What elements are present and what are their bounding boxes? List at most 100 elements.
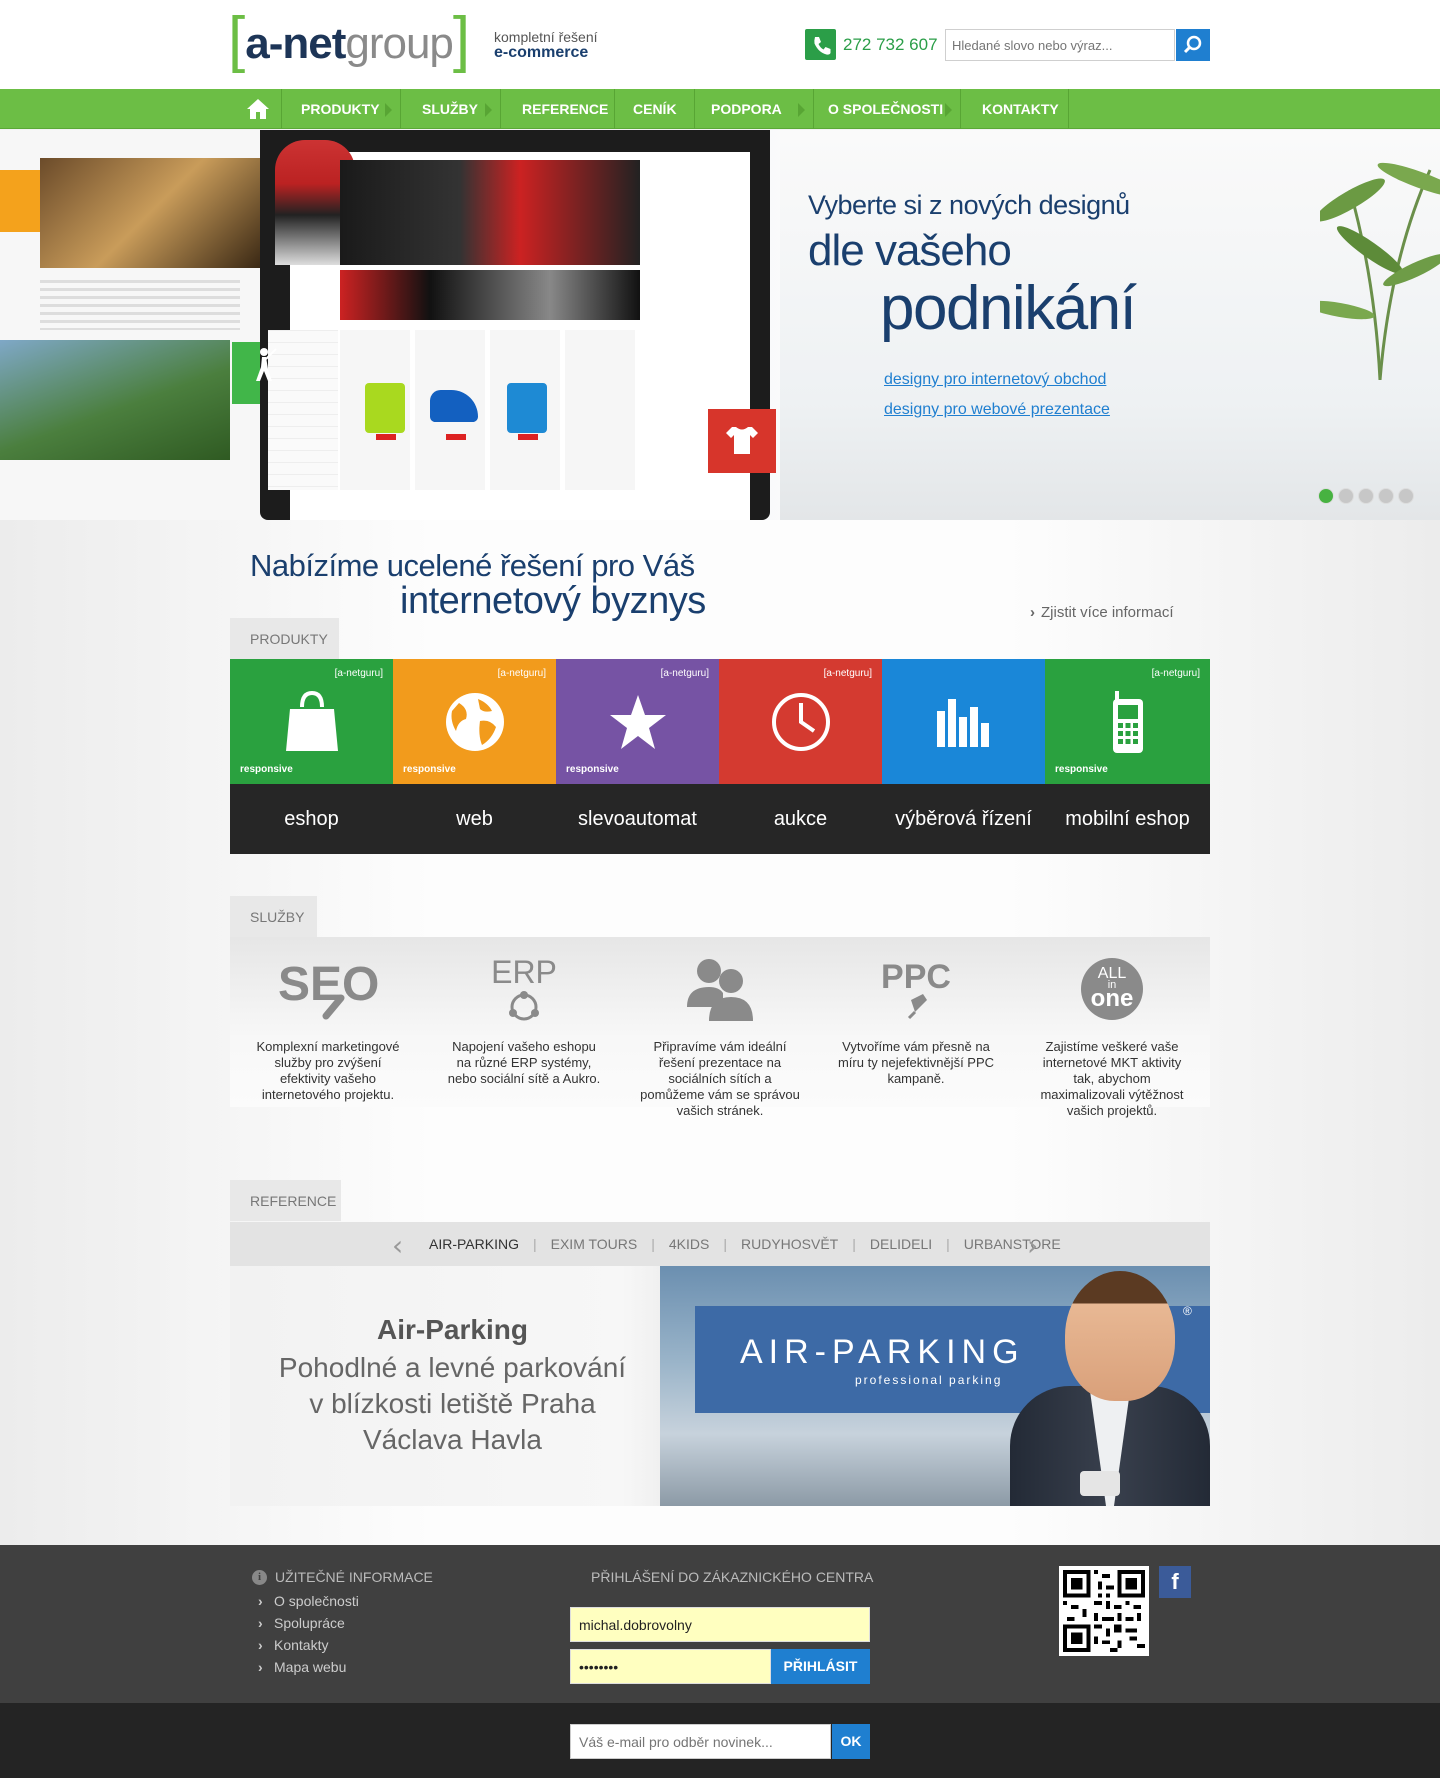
search-input[interactable]: [945, 29, 1175, 61]
nav-label: O SPOLEČNOSTI: [828, 101, 944, 117]
golfer-icon: [256, 348, 277, 381]
chevron-right-icon: [945, 103, 952, 117]
search-button[interactable]: [1176, 29, 1210, 61]
service-text: Napojení vašeho eshopu na různé ERP syst…: [447, 1039, 601, 1086]
service-text: Připravíme vám ideální řešení prezentace…: [640, 1039, 800, 1118]
tab-produkty[interactable]: PRODUKTY: [230, 618, 339, 659]
slider-dot[interactable]: [1318, 488, 1334, 504]
footer-link-mapa-webu[interactable]: › Mapa webu: [258, 1659, 346, 1675]
nav-item-o-spolecnosti[interactable]: O SPOLEČNOSTI: [814, 89, 961, 129]
facebook-icon[interactable]: f: [1159, 1566, 1191, 1598]
footer-link-label: Kontakty: [274, 1637, 329, 1653]
nike-banner: [340, 270, 640, 320]
product-tile-slevoautomat[interactable]: [a-netguru] responsive: [556, 659, 719, 784]
nav-label: CENÍK: [633, 101, 677, 117]
separator: |: [651, 1236, 655, 1252]
air-parking-logo-text: AIR-PARKING: [740, 1333, 1025, 1371]
hero-slider: Vyberte si z nových designů dle vašeho p…: [0, 130, 1440, 520]
mockup-text-lines: [40, 280, 240, 330]
responsive-label: responsive: [403, 764, 456, 775]
footer-link-kontakty[interactable]: › Kontakty: [258, 1637, 328, 1653]
reference-item-rudyhosvet[interactable]: RUDYHOSVĚT: [741, 1236, 838, 1252]
login-button[interactable]: PŘIHLÁSIT: [771, 1649, 870, 1684]
tagline: kompletní řešení e-commerce: [494, 30, 598, 61]
footer-login-title: PŘIHLÁŠENÍ DO ZÁKAZNICKÉHO CENTRA: [591, 1569, 874, 1585]
hotel-badge: [0, 170, 40, 232]
nav-item-produkty[interactable]: PRODUKTY: [283, 89, 401, 129]
product-tile-vyberova-rizeni[interactable]: [882, 659, 1045, 784]
logo[interactable]: [ a-net group ]: [228, 9, 470, 72]
slider-dot[interactable]: [1358, 488, 1374, 504]
service-text: Komplexní marketingové služby pro zvýšen…: [256, 1039, 400, 1102]
phone-number[interactable]: 272 732 607: [843, 35, 938, 55]
intro-line2: internetový byznys: [400, 580, 706, 622]
tab-reference[interactable]: REFERENCE: [230, 1180, 341, 1221]
slider-dot[interactable]: [1378, 488, 1394, 504]
header: [ a-net group ] kompletní řešení e-comme…: [0, 0, 1440, 89]
nav-home[interactable]: [234, 89, 282, 129]
qr-code: [1059, 1566, 1149, 1656]
footer-link-o-spolecnosti[interactable]: › O společnosti: [258, 1593, 359, 1609]
nav-item-podpora[interactable]: PODPORA: [695, 89, 814, 129]
footer-link-spoluprace[interactable]: › Spolupráce: [258, 1615, 345, 1631]
product-badge: [a-netguru]: [823, 668, 872, 679]
reference-item-exim-tours[interactable]: EXIM TOURS: [551, 1236, 638, 1252]
hero-link-eshop-designs[interactable]: designy pro internetový obchod: [884, 371, 1106, 389]
chevron-right-icon: ›: [1030, 604, 1035, 621]
service-seo[interactable]: SEO Komplexní marketingové služby pro zv…: [230, 937, 426, 1127]
product-tile-aukce[interactable]: [a-netguru]: [719, 659, 882, 784]
price-tag: [376, 434, 396, 440]
nav-item-cenik[interactable]: CENÍK: [615, 89, 695, 129]
nav-label: KONTAKTY: [982, 101, 1059, 117]
product-badge: [a-netguru]: [660, 668, 709, 679]
chevron-left-icon[interactable]: ‹: [392, 1229, 403, 1262]
nav-label: SLUŽBY: [422, 101, 478, 117]
tshirt-icon: [726, 427, 758, 454]
slider-dot[interactable]: [1398, 488, 1414, 504]
hero-link-web-designs[interactable]: designy pro webové prezentace: [884, 401, 1110, 419]
responsive-label: responsive: [1055, 764, 1108, 775]
globe-icon: [445, 692, 504, 751]
reference-item-delideli[interactable]: DELIDELI: [870, 1236, 932, 1252]
service-social[interactable]: Připravíme vám ideální řešení prezentace…: [622, 937, 818, 1127]
reference-item-air-parking[interactable]: AIR-PARKING: [429, 1236, 519, 1252]
reference-item-4kids[interactable]: 4KIDS: [669, 1236, 709, 1252]
reference-list: AIR-PARKING | EXIM TOURS | 4KIDS | RUDYH…: [429, 1236, 1061, 1252]
chevron-right-icon: [385, 103, 392, 117]
username-field[interactable]: michal.dobrovolny: [570, 1607, 870, 1642]
more-info-link[interactable]: › Zjistit více informací: [1030, 604, 1174, 621]
air-parking-logo-sub: professional parking: [855, 1373, 1003, 1387]
users-icon: [622, 949, 818, 1029]
tab-sluzby[interactable]: SLUŽBY: [230, 896, 317, 937]
nav-item-reference[interactable]: REFERENCE: [501, 89, 615, 129]
product-label-slevoautomat[interactable]: slevoautomat: [556, 784, 719, 854]
slider-dot[interactable]: [1338, 488, 1354, 504]
product-label-mobilni-eshop[interactable]: mobilní eshop: [1045, 784, 1210, 854]
home-icon: [246, 99, 269, 119]
product-label-aukce[interactable]: aukce: [719, 784, 882, 854]
product-tile-web[interactable]: [a-netguru] responsive: [393, 659, 556, 784]
nav-item-sluzby[interactable]: SLUŽBY: [401, 89, 501, 129]
product-label-vyberova-rizeni[interactable]: výběrová řízení: [882, 784, 1045, 854]
golf-photo: [0, 340, 230, 460]
product-tile-eshop[interactable]: [a-netguru] responsive: [230, 659, 393, 784]
product-tile-mobilni-eshop[interactable]: [a-netguru] responsive: [1045, 659, 1210, 784]
hero-line2: dle vašeho: [808, 226, 1012, 275]
nav-item-kontakty[interactable]: KONTAKTY: [961, 89, 1069, 129]
service-ppc[interactable]: PPC Vytvoříme vám přesně na míru ty neje…: [818, 937, 1014, 1127]
chevron-right-icon[interactable]: ›: [1027, 1229, 1038, 1262]
website-mockup-hotel-golf: [0, 130, 296, 520]
product-label-eshop[interactable]: eshop: [230, 784, 393, 854]
password-field[interactable]: ••••••••: [570, 1649, 771, 1684]
reference-item-urbanstore[interactable]: URBANSTORE: [964, 1236, 1061, 1252]
seo-icon-text: SEO: [278, 958, 378, 1011]
ppc-icon: PPC: [818, 949, 1014, 1029]
footer-link-label: Spolupráce: [274, 1615, 345, 1631]
newsletter-submit-button[interactable]: OK: [832, 1724, 870, 1759]
slider-pagination: [1318, 488, 1414, 504]
service-all-in-one[interactable]: ALL in one Zajistíme veškeré vaše intern…: [1014, 937, 1210, 1127]
one-icon-text: one: [1091, 985, 1134, 1012]
newsletter-email-input[interactable]: [570, 1724, 831, 1759]
product-label-web[interactable]: web: [393, 784, 556, 854]
service-erp[interactable]: ERP Napojení vašeho eshopu na různé ERP …: [426, 937, 622, 1127]
